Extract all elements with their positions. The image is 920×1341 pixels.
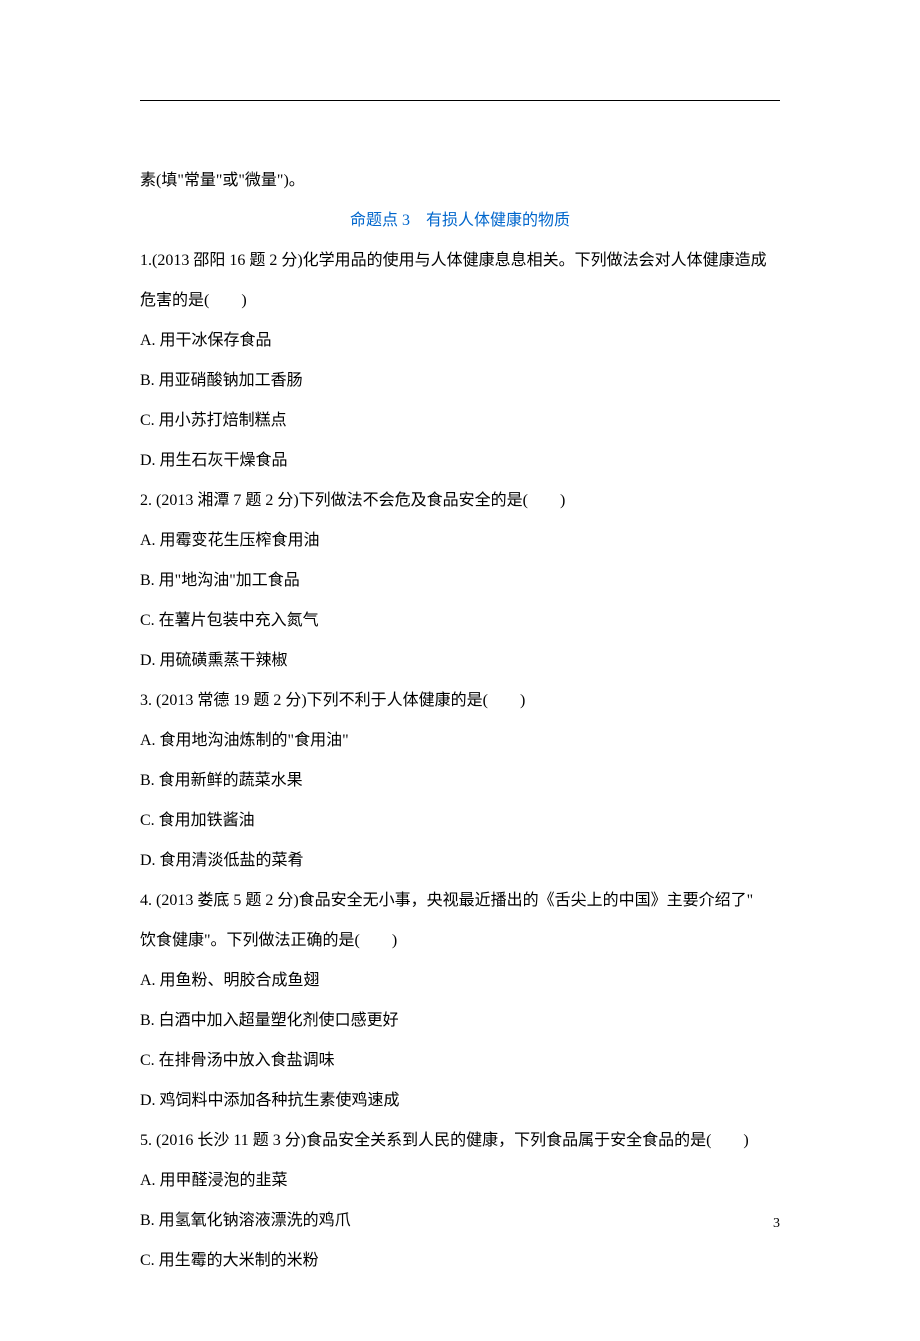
q3-option-a: A. 食用地沟油炼制的"食用油" xyxy=(140,721,780,761)
q2-option-d: D. 用硫磺熏蒸干辣椒 xyxy=(140,641,780,681)
q5-option-c: C. 用生霉的大米制的米粉 xyxy=(140,1241,780,1281)
q4-option-d: D. 鸡饲料中添加各种抗生素使鸡速成 xyxy=(140,1081,780,1121)
q2-option-a: A. 用霉变花生压榨食用油 xyxy=(140,521,780,561)
q4-stem-line2: 饮食健康"。下列做法正确的是( ) xyxy=(140,921,780,961)
q3-option-d: D. 食用清淡低盐的菜肴 xyxy=(140,841,780,881)
q4-option-c: C. 在排骨汤中放入食盐调味 xyxy=(140,1041,780,1081)
intro-continued-line: 素(填"常量"或"微量")。 xyxy=(140,161,780,201)
q2-stem: 2. (2013 湘潭 7 题 2 分)下列做法不会危及食品安全的是( ) xyxy=(140,481,780,521)
q1-option-c: C. 用小苏打焙制糕点 xyxy=(140,401,780,441)
q2-option-b: B. 用"地沟油"加工食品 xyxy=(140,561,780,601)
page-content: 素(填"常量"或"微量")。 命题点 3 有损人体健康的物质 1.(2013 邵… xyxy=(0,0,920,1341)
q1-option-d: D. 用生石灰干燥食品 xyxy=(140,441,780,481)
page-number: 3 xyxy=(773,1216,780,1232)
q4-option-b: B. 白酒中加入超量塑化剂使口感更好 xyxy=(140,1001,780,1041)
q3-option-c: C. 食用加铁酱油 xyxy=(140,801,780,841)
q4-option-a: A. 用鱼粉、明胶合成鱼翅 xyxy=(140,961,780,1001)
q1-option-a: A. 用干冰保存食品 xyxy=(140,321,780,361)
q4-stem-line1: 4. (2013 娄底 5 题 2 分)食品安全无小事，央视最近播出的《舌尖上的… xyxy=(140,881,780,921)
q1-stem-line1: 1.(2013 邵阳 16 题 2 分)化学用品的使用与人体健康息息相关。下列做… xyxy=(140,241,780,281)
q2-option-c: C. 在薯片包装中充入氮气 xyxy=(140,601,780,641)
q1-stem-line2: 危害的是( ) xyxy=(140,281,780,321)
q3-stem: 3. (2013 常德 19 题 2 分)下列不利于人体健康的是( ) xyxy=(140,681,780,721)
section-title: 命题点 3 有损人体健康的物质 xyxy=(140,201,780,241)
q3-option-b: B. 食用新鲜的蔬菜水果 xyxy=(140,761,780,801)
q5-stem: 5. (2016 长沙 11 题 3 分)食品安全关系到人民的健康，下列食品属于… xyxy=(140,1121,780,1161)
q5-option-a: A. 用甲醛浸泡的韭菜 xyxy=(140,1161,780,1201)
horizontal-rule xyxy=(140,100,780,101)
q5-option-b: B. 用氢氧化钠溶液漂洗的鸡爪 xyxy=(140,1201,780,1241)
q1-option-b: B. 用亚硝酸钠加工香肠 xyxy=(140,361,780,401)
